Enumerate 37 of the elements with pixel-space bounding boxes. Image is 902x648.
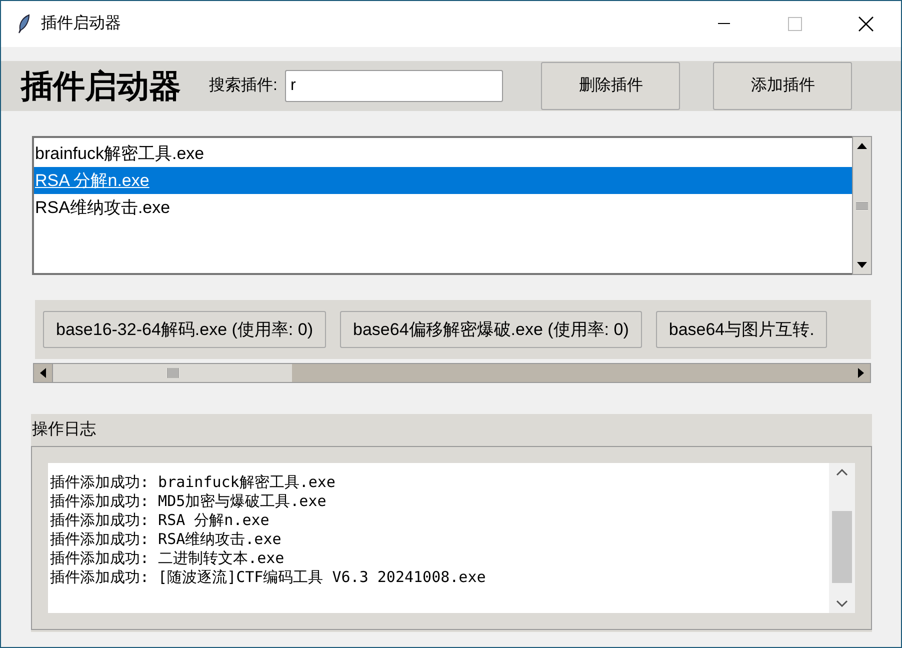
- log-line: 插件添加成功: MD5加密与爆破工具.exe: [50, 492, 328, 511]
- window-title: 插件启动器: [41, 14, 121, 34]
- log-line: 插件添加成功: 二进制转文本.exe: [50, 549, 286, 568]
- search-field[interactable]: r: [285, 70, 504, 102]
- add-plugin-button[interactable]: 添加插件: [713, 62, 852, 110]
- log-line: 插件添加成功: RSA 分解n.exe: [50, 511, 270, 530]
- log-line: 插件添加成功: [随波逐流]CTF编码工具 V6.3 20241008.exe: [50, 568, 487, 587]
- log-scrollbar[interactable]: [829, 463, 855, 613]
- left-arrow-icon: [40, 368, 46, 378]
- log-text-area[interactable]: 插件添加成功: brainfuck解密工具.exe 插件添加成功: MD5加密与爆破工具.exe 插件添加成功: RSA 分解n.exe 插件添加成功: RSA维纳攻击.exe 插件添加成功: 二进制转文本.exe 插件添加成功: [随波逐流]CTF编码工具 V6.3 20241008.exe: [48, 463, 829, 613]
- scroll-thumb-grip-icon: [856, 202, 868, 210]
- vertical-scrollbar[interactable]: [852, 136, 872, 275]
- feather-icon: [17, 14, 31, 34]
- maximize-icon: [788, 17, 802, 31]
- up-chevron-icon: [836, 469, 848, 476]
- log-line: 插件添加成功: RSA维纳攻击.exe: [50, 530, 282, 549]
- plugin-list-item[interactable]: RSA维纳攻击.exe: [34, 194, 852, 221]
- minimize-icon: [718, 23, 730, 25]
- plugin-launch-button[interactable]: base64偏移解密爆破.exe (使用率: 0): [340, 311, 642, 348]
- search-label: 搜索插件:: [209, 76, 278, 96]
- down-arrow-icon: [857, 262, 867, 268]
- log-line: 插件添加成功: brainfuck解密工具.exe: [50, 473, 336, 492]
- plugin-launch-button[interactable]: base64与图片互转.: [656, 311, 828, 348]
- down-chevron-icon: [836, 600, 848, 607]
- plugin-list-item[interactable]: RSA 分解n.exe: [34, 167, 852, 194]
- close-icon: [858, 16, 874, 32]
- app-heading: 插件启动器: [21, 67, 181, 106]
- plugin-launch-button[interactable]: base16-32-64解码.exe (使用率: 0): [43, 311, 326, 348]
- log-title: 操作日志: [31, 420, 97, 440]
- delete-plugin-button[interactable]: 删除插件: [541, 62, 680, 110]
- right-arrow-icon: [858, 368, 864, 378]
- plugin-list-item[interactable]: brainfuck解密工具.exe: [34, 140, 852, 167]
- scroll-thumb[interactable]: [52, 364, 292, 382]
- scroll-thumb[interactable]: [832, 511, 852, 583]
- scroll-grip-icon: [166, 368, 178, 378]
- up-arrow-icon: [857, 143, 867, 149]
- horizontal-scrollbar[interactable]: [33, 363, 871, 383]
